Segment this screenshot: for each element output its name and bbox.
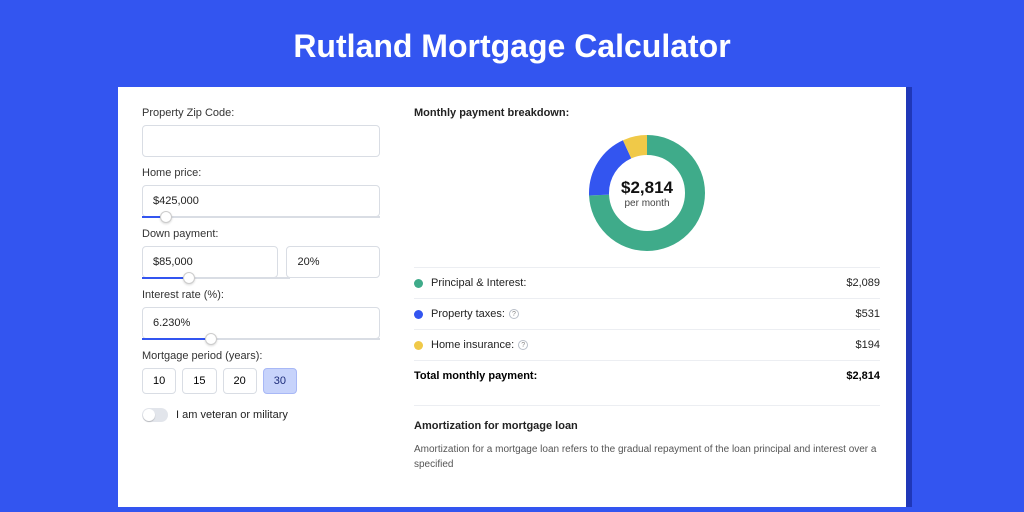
breakdown-heading: Monthly payment breakdown: [414,107,880,119]
price-label: Home price: [142,167,380,179]
ins-amount: $194 [856,339,880,351]
period-buttons: 10 15 20 30 [142,368,380,394]
zip-label: Property Zip Code: [142,107,380,119]
period-10-button[interactable]: 10 [142,368,176,394]
zip-input[interactable] [142,125,380,157]
period-20-button[interactable]: 20 [223,368,257,394]
total-amount: $2,814 [846,370,880,382]
pi-label: Principal & Interest: [431,277,846,289]
payment-donut-chart: $2,814 per month [587,133,707,253]
dot-icon [414,279,423,288]
price-input[interactable] [142,185,380,217]
period-30-button[interactable]: 30 [263,368,297,394]
down-slider[interactable] [142,277,290,279]
donut-wrap: $2,814 per month [414,129,880,267]
period-field: Mortgage period (years): 10 15 20 30 [142,350,380,394]
veteran-toggle[interactable] [142,408,168,422]
breakdown-row-tax: Property taxes: ? $531 [414,299,880,330]
down-label: Down payment: [142,228,380,240]
breakdown-list: Principal & Interest: $2,089 Property ta… [414,267,880,391]
tax-label: Property taxes: [431,308,505,320]
rate-field: Interest rate (%): [142,289,380,340]
breakdown-panel: Monthly payment breakdown: $2,814 per mo… [398,87,906,507]
ins-label: Home insurance: [431,339,514,351]
pi-amount: $2,089 [846,277,880,289]
breakdown-total: Total monthly payment: $2,814 [414,361,880,391]
down-amount-input[interactable] [142,246,278,278]
period-label: Mortgage period (years): [142,350,380,362]
info-icon[interactable]: ? [518,340,528,350]
dot-icon [414,310,423,319]
dot-icon [414,341,423,350]
inputs-panel: Property Zip Code: Home price: Down paym… [118,87,398,507]
rate-slider-thumb[interactable] [205,333,217,345]
veteran-row: I am veteran or military [142,408,380,422]
zip-field: Property Zip Code: [142,107,380,157]
breakdown-row-ins: Home insurance: ? $194 [414,330,880,361]
rate-label: Interest rate (%): [142,289,380,301]
veteran-label: I am veteran or military [176,409,288,421]
info-icon[interactable]: ? [509,309,519,319]
amort-heading: Amortization for mortgage loan [414,420,880,432]
period-15-button[interactable]: 15 [182,368,216,394]
page-title: Rutland Mortgage Calculator [0,0,1024,87]
down-field: Down payment: [142,228,380,279]
rate-slider[interactable] [142,338,380,340]
amort-body: Amortization for a mortgage loan refers … [414,442,880,472]
calculator-card: Property Zip Code: Home price: Down paym… [118,87,906,507]
price-field: Home price: [142,167,380,218]
price-slider[interactable] [142,216,380,218]
rate-input[interactable] [142,307,380,339]
breakdown-row-pi: Principal & Interest: $2,089 [414,268,880,299]
total-label: Total monthly payment: [414,370,846,382]
price-slider-thumb[interactable] [160,211,172,223]
amortization-section: Amortization for mortgage loan Amortizat… [414,405,880,472]
tax-amount: $531 [856,308,880,320]
down-slider-thumb[interactable] [183,272,195,284]
donut-sub: per month [624,198,669,209]
down-pct-input[interactable] [286,246,380,278]
donut-value: $2,814 [621,178,673,198]
